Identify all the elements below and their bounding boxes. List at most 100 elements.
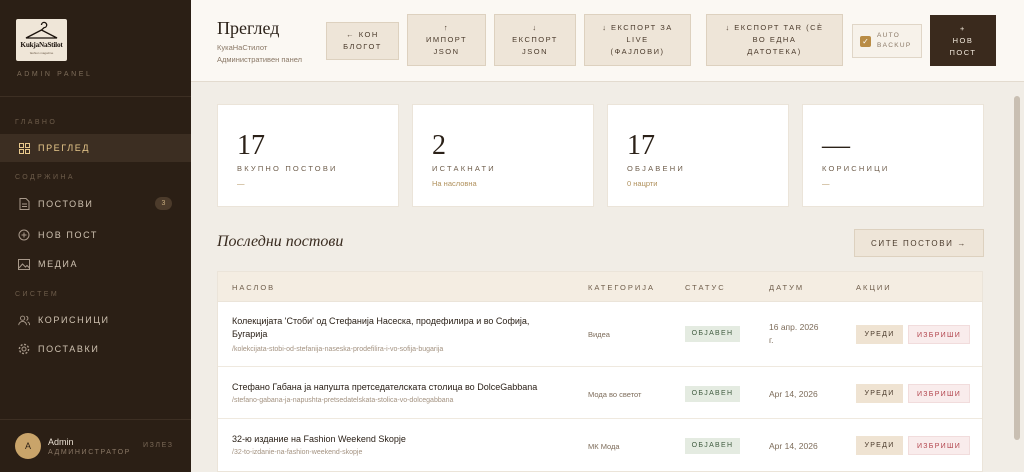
users-icon (18, 314, 30, 326)
sidebar-divider (0, 96, 191, 97)
grid-icon (18, 142, 30, 154)
edit-button[interactable]: УРЕДИ (856, 436, 903, 455)
stat-value: 17 (237, 130, 265, 161)
sidebar-item-users[interactable]: КОРИСНИЦИ (0, 306, 191, 334)
post-date-line: 16 апр. 2026 (769, 322, 819, 332)
button-label: LIVE (626, 35, 649, 44)
sidebar-item-overview[interactable]: ПРЕГЛЕД (0, 134, 191, 162)
delete-button[interactable]: ИЗБРИШИ (908, 436, 970, 455)
button-label: ИМПОРТ (425, 35, 468, 44)
button-label: ↓ ЕКСПОРТ TAR (СÈ (725, 23, 824, 32)
sidebar-item-new-post[interactable]: НОВ ПОСТ (0, 221, 191, 249)
table-row: Стефано Габана ја напушта претседателска… (218, 367, 982, 419)
stat-card-published: 17 ОБЈАВЕНИ 0 нацрти (607, 104, 789, 207)
sidebar-item-label: МЕДИА (38, 259, 79, 269)
auto-backup-label: AUTO BACKUP (877, 31, 912, 51)
export-json-button[interactable]: ↓ ЕКСПОРТ JSON (494, 14, 576, 66)
column-header: НАСЛОВ (232, 283, 276, 292)
section-title: Последни постови (217, 233, 344, 250)
button-label: ВО ЕДНА (752, 35, 797, 44)
edit-button[interactable]: УРЕДИ (856, 384, 903, 403)
download-arrow-icon: ↓ (532, 23, 538, 32)
stat-sub: — (822, 179, 830, 188)
table-row: Колекцијата 'Стоби' од Стефанија Насеска… (218, 302, 982, 367)
button-label: БЛОГОТ (343, 42, 382, 51)
column-header: АКЦИИ (856, 283, 892, 292)
status-badge: ОБЈАВЕН (685, 326, 740, 342)
logo-subtext: fashion magazine (29, 51, 54, 55)
recent-posts-table: НАСЛОВ КАТЕГОРИЈА СТАТУС ДАТУМ АКЦИИ Кол… (217, 271, 983, 472)
stat-card-total-posts: 17 ВКУПНО ПОСТОВИ — (217, 104, 399, 207)
import-json-button[interactable]: ↑ ИМПОРТ JSON (407, 14, 486, 66)
stat-label: ВКУПНО ПОСТОВИ (237, 164, 338, 173)
button-label: НОВ (952, 35, 974, 45)
delete-button[interactable]: ИЗБРИШИ (908, 325, 970, 344)
sidebar-divider (0, 419, 191, 420)
post-date-line: г. (769, 335, 774, 345)
button-label: JSON (521, 47, 548, 56)
document-icon (18, 198, 30, 210)
stat-card-featured: 2 ИСТАКНАТИ На насловна (412, 104, 594, 207)
post-slug: /32-to-izdanie-na-fashion-weekend-skopje (232, 449, 363, 456)
stat-sub: — (237, 179, 245, 188)
sidebar-subtitle: ADMIN PANEL (17, 71, 93, 78)
auto-backup-toggle[interactable]: ✓ AUTO BACKUP (852, 24, 922, 58)
sidebar-item-label: ПОСТОВИ (38, 199, 94, 209)
column-header: КАТЕГОРИЈА (588, 283, 655, 292)
sidebar-item-label: ПРЕГЛЕД (38, 143, 91, 153)
button-label: ← КОН (346, 30, 379, 39)
post-title[interactable]: Стефано Габана ја напушта претседателска… (232, 381, 572, 394)
sidebar-item-settings[interactable]: ПОСТАВКИ (0, 335, 191, 363)
post-date: Apr 14, 2026 (769, 389, 818, 399)
post-title[interactable]: 32-ю издание на Fashion Weekend Skopje (232, 433, 572, 446)
stat-value: 2 (432, 130, 446, 161)
sidebar-item-media[interactable]: МЕДИА (0, 250, 191, 278)
stat-label: ИСТАКНАТИ (432, 164, 496, 173)
new-post-button[interactable]: + НОВ ПОСТ (930, 15, 996, 66)
auto-backup-label-line: AUTO (877, 32, 901, 39)
export-live-button[interactable]: ↓ ЕКСПОРТ ЗА LIVE (ФАЈЛОВИ) (584, 14, 691, 66)
sidebar-item-posts[interactable]: ПОСТОВИ 3 (0, 190, 191, 218)
site-name: КукаНаСтилот (217, 43, 268, 52)
page-title: Преглед (217, 18, 280, 38)
delete-button[interactable]: ИЗБРИШИ (908, 384, 970, 403)
gear-icon (18, 343, 30, 355)
all-posts-button[interactable]: СИТЕ ПОСТОВИ → (854, 229, 984, 257)
status-badge: ОБЈАВЕН (685, 386, 740, 402)
post-title[interactable]: Колекцијата 'Стоби' од Стефанија Насеска… (232, 315, 572, 341)
table-header: НАСЛОВ КАТЕГОРИЈА СТАТУС ДАТУМ АКЦИИ (218, 272, 982, 302)
user-name: Admin (48, 437, 74, 447)
sidebar-item-label: ПОСТАВКИ (38, 344, 100, 354)
posts-count-badge: 3 (155, 197, 172, 210)
column-header: СТАТУС (685, 283, 726, 292)
edit-button[interactable]: УРЕДИ (856, 325, 903, 344)
avatar: A (15, 433, 41, 459)
user-role: АДМИНИСТРАТОР (48, 449, 131, 456)
logo[interactable]: KukjaNaStilot fashion magazine (16, 19, 67, 61)
status-badge: ОБЈАВЕН (685, 438, 740, 454)
post-category: Видеа (588, 330, 610, 339)
stat-card-users: — КОРИСНИЦИ — (802, 104, 984, 207)
sidebar-item-label: НОВ ПОСТ (38, 230, 98, 240)
section-label-content: СОДРЖИНА (15, 174, 75, 181)
upload-arrow-icon: ↑ (443, 23, 450, 32)
column-header: ДАТУМ (769, 283, 805, 292)
checkbox-checked-icon[interactable]: ✓ (860, 35, 871, 47)
button-label: ↓ ЕКСПОРТ ЗА (602, 23, 673, 32)
post-date: Apr 14, 2026 (769, 441, 818, 451)
button-label: JSON (433, 47, 460, 56)
image-icon (18, 258, 30, 270)
stat-label: ОБЈАВЕНИ (627, 164, 685, 173)
button-label: ДАТОТЕКА) (747, 47, 802, 56)
logout-link[interactable]: ИЗЛЕЗ (143, 442, 174, 449)
post-title-line: Бугарија (232, 329, 268, 339)
stat-value: 17 (627, 130, 655, 161)
post-title-line: Колекцијата 'Стоби' од Стефанија Насеска… (232, 316, 530, 326)
stat-label: КОРИСНИЦИ (822, 164, 890, 173)
to-blog-button[interactable]: ← КОН БЛОГОТ (326, 22, 399, 60)
export-tar-button[interactable]: ↓ ЕКСПОРТ TAR (СÈ ВО ЕДНА ДАТОТЕКА) (706, 14, 843, 66)
top-header: Преглед КукаНаСтилот Административен пан… (191, 0, 1024, 82)
scrollbar-thumb[interactable] (1014, 96, 1020, 440)
section-label-main: ГЛАВНО (15, 119, 58, 126)
button-label: ПОСТ (949, 47, 977, 57)
